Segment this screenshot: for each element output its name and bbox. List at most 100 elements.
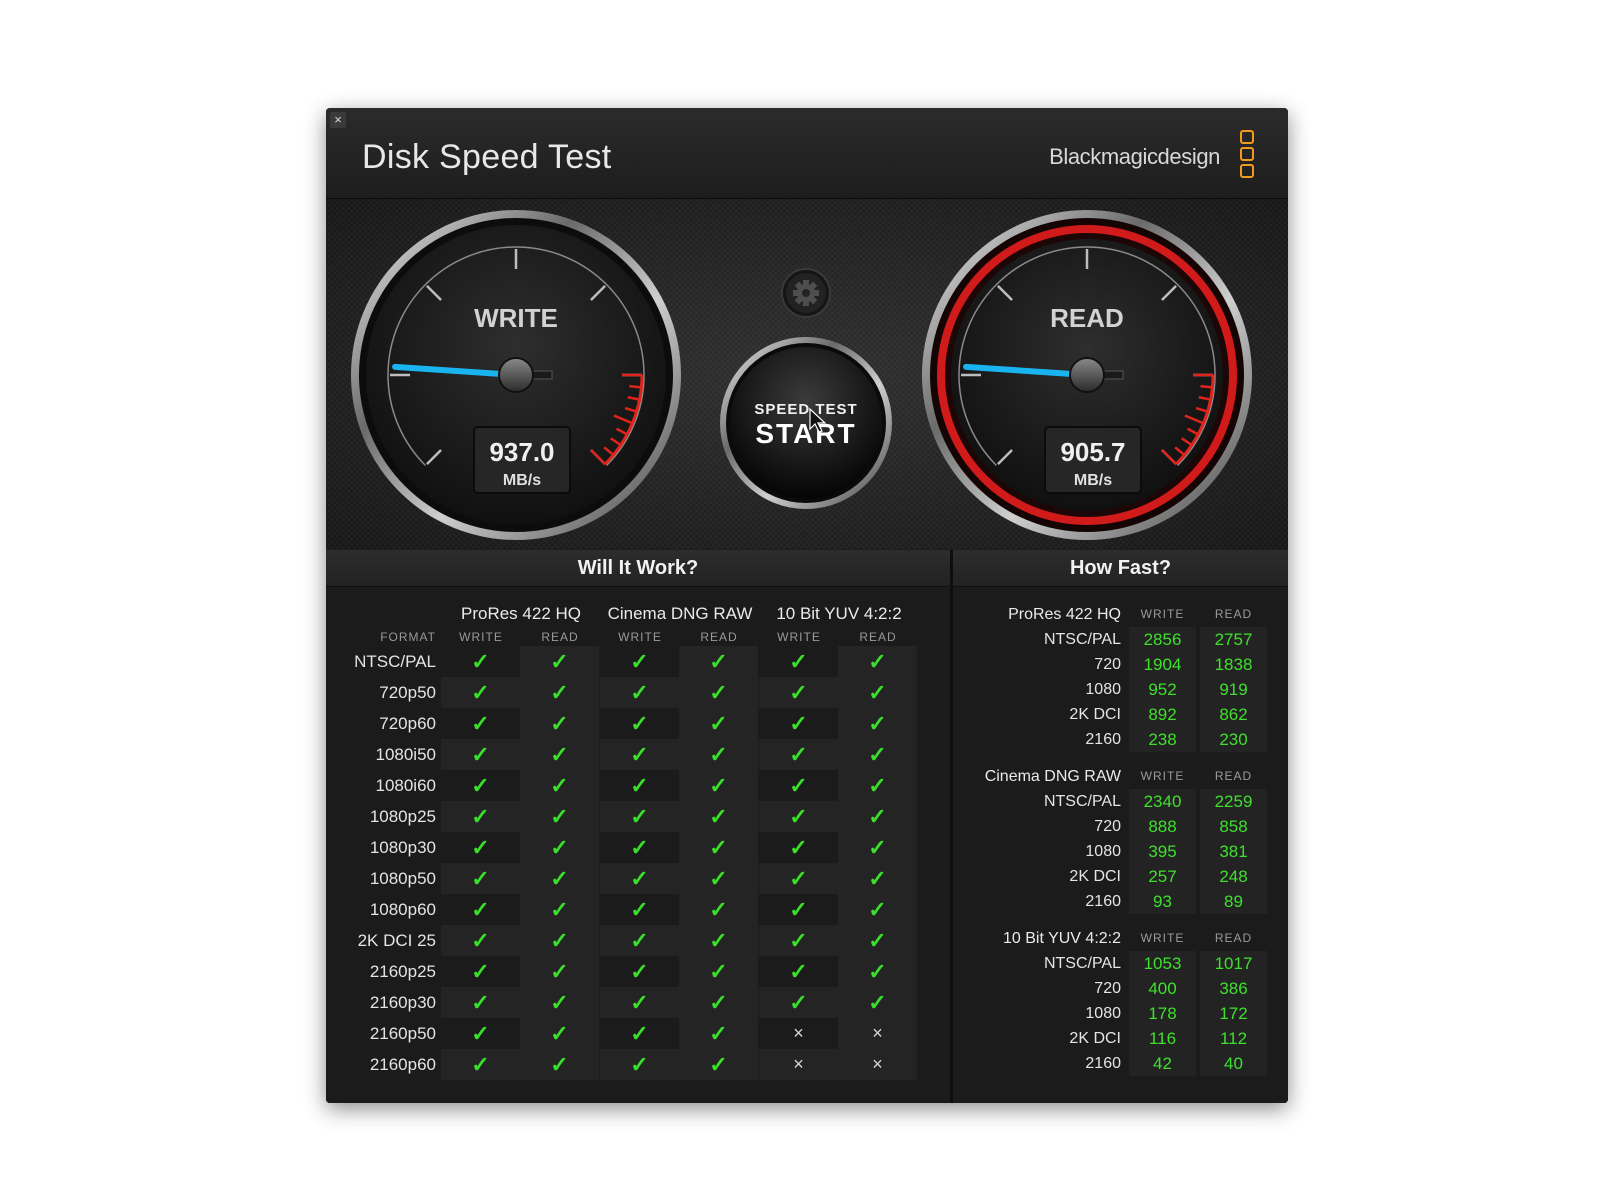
check-icon: ✓ <box>520 956 599 987</box>
read-fps-value: 2757 <box>1200 627 1267 652</box>
format-label: 1080i60 <box>375 776 436 795</box>
format-label: 1080p50 <box>369 869 436 888</box>
will-it-work-title: Will It Work? <box>326 550 950 587</box>
check-icon: ✓ <box>789 835 808 860</box>
how-fast-row: 2160 93 89 <box>953 889 1288 914</box>
check-icon: ✓ <box>520 739 599 770</box>
check-icon: ✓ <box>759 739 838 770</box>
how-fast-group-name: 10 Bit YUV 4:2:2 <box>1003 930 1121 947</box>
how-fast-group: ProRes 422 HQ WRITE READ NTSC/PAL 2856 2757 72… <box>953 602 1288 752</box>
format-label: 720p50 <box>379 683 436 702</box>
check-icon: ✓ <box>679 925 758 956</box>
read-speed-value: 905.7 <box>1060 437 1125 467</box>
how-fast-format: 1080 <box>1085 1005 1121 1022</box>
check-icon: ✓ <box>520 708 599 739</box>
check-icon: ✓ <box>630 773 649 798</box>
speed-test-start-button[interactable]: SPEED TEST START <box>720 337 892 509</box>
read-fps-value: 230 <box>1200 727 1267 752</box>
read-speed-unit: MB/s <box>1074 472 1112 489</box>
how-fast-format: 720 <box>1094 980 1121 997</box>
write-fps-value: 888 <box>1129 814 1196 839</box>
how-fast-row: 2160 42 40 <box>953 1051 1288 1076</box>
write-fps-value: 178 <box>1129 1001 1196 1026</box>
format-row: 2160p25 ✓ ✓ ✓ ✓ ✓ ✓ <box>326 956 950 987</box>
write-fps-value: 400 <box>1129 976 1196 1001</box>
check-icon: ✓ <box>679 894 758 925</box>
check-icon: ✓ <box>789 897 808 922</box>
cross-icon: × <box>838 1018 917 1049</box>
how-fast-row: 1080 178 172 <box>953 1001 1288 1026</box>
check-icon: ✓ <box>679 987 758 1018</box>
write-fps-value: 1904 <box>1129 652 1196 677</box>
format-row: 2160p60 ✓ ✓ ✓ ✓ × × <box>326 1049 950 1080</box>
how-fast-format: 2160 <box>1085 893 1121 910</box>
write-fps-value: 93 <box>1129 889 1196 914</box>
check-icon: ✓ <box>600 801 679 832</box>
group-header-yuv: 10 Bit YUV 4:2:2 <box>776 604 902 623</box>
check-icon: ✓ <box>789 959 808 984</box>
check-icon: ✓ <box>600 987 679 1018</box>
how-fast-group-header: Cinema DNG RAW WRITE READ <box>953 764 1288 789</box>
write-speed-value: 937.0 <box>489 437 554 467</box>
how-fast-row: 2160 238 230 <box>953 727 1288 752</box>
write-gauge-label: WRITE <box>474 303 558 333</box>
check-icon: ✓ <box>838 987 917 1018</box>
format-row: 720p50 ✓ ✓ ✓ ✓ ✓ ✓ <box>326 677 950 708</box>
how-fast-format: 2K DCI <box>1069 868 1121 885</box>
check-icon: ✓ <box>520 770 599 801</box>
write-column-header: WRITE <box>1140 607 1185 621</box>
format-row: 1080p50 ✓ ✓ ✓ ✓ ✓ ✓ <box>326 863 950 894</box>
check-icon: ✓ <box>838 956 917 987</box>
how-fast-format: 2160 <box>1085 731 1121 748</box>
how-fast-row: NTSC/PAL 2856 2757 <box>953 627 1288 652</box>
check-icon: ✓ <box>630 835 649 860</box>
check-icon: ✓ <box>471 773 490 798</box>
how-fast-format: NTSC/PAL <box>1043 793 1121 810</box>
check-icon: ✓ <box>441 677 520 708</box>
read-fps-value: 172 <box>1200 1001 1267 1026</box>
read-gauge-label: READ <box>1050 303 1124 333</box>
check-icon: ✓ <box>679 801 758 832</box>
check-icon: ✓ <box>759 863 838 894</box>
format-label: NTSC/PAL <box>354 652 436 671</box>
check-icon: ✓ <box>630 959 649 984</box>
settings-gear-icon[interactable] <box>781 268 831 318</box>
how-fast-title: How Fast? <box>953 550 1288 587</box>
check-icon: ✓ <box>630 711 649 736</box>
check-icon: ✓ <box>600 863 679 894</box>
sub-header: READ <box>859 630 897 644</box>
brand-logo-icon <box>1240 130 1254 181</box>
format-row: 1080i60 ✓ ✓ ✓ ✓ ✓ ✓ <box>326 770 950 801</box>
sub-header: READ <box>700 630 738 644</box>
gauge-red-tick <box>1200 384 1213 389</box>
check-icon: ✓ <box>520 677 599 708</box>
check-icon: ✓ <box>789 773 808 798</box>
check-icon: ✓ <box>520 925 599 956</box>
read-gauge-hub <box>1069 357 1105 393</box>
check-icon: ✓ <box>441 863 520 894</box>
write-fps-value: 238 <box>1129 727 1196 752</box>
read-fps-value: 1017 <box>1200 951 1267 976</box>
group-header-cinema-dng: Cinema DNG RAW <box>607 604 753 623</box>
check-icon: ✓ <box>471 835 490 860</box>
check-icon: ✓ <box>441 987 520 1018</box>
write-fps-value: 116 <box>1129 1026 1196 1051</box>
check-icon: ✓ <box>679 677 758 708</box>
check-icon: ✓ <box>759 801 838 832</box>
check-icon: ✓ <box>630 1021 649 1046</box>
format-row: 1080i50 ✓ ✓ ✓ ✓ ✓ ✓ <box>326 739 950 770</box>
write-gauge: WRITE 937.0 MB/s <box>351 210 681 540</box>
gauge-red-tick <box>629 384 642 389</box>
check-icon: ✓ <box>679 956 758 987</box>
write-column-header: WRITE <box>1140 769 1185 783</box>
check-icon: ✓ <box>838 801 917 832</box>
close-icon[interactable]: × <box>330 112 346 128</box>
format-row: 720p60 ✓ ✓ ✓ ✓ ✓ ✓ <box>326 708 950 739</box>
check-icon: ✓ <box>679 646 758 677</box>
check-icon: ✓ <box>630 649 649 674</box>
write-fps-value: 257 <box>1129 864 1196 889</box>
disk-speed-test-window: × Disk Speed Test Blackmagicdesign WRITE… <box>326 108 1288 1103</box>
read-fps-value: 919 <box>1200 677 1267 702</box>
format-label: 1080p60 <box>369 900 436 919</box>
write-fps-value: 1053 <box>1129 951 1196 976</box>
